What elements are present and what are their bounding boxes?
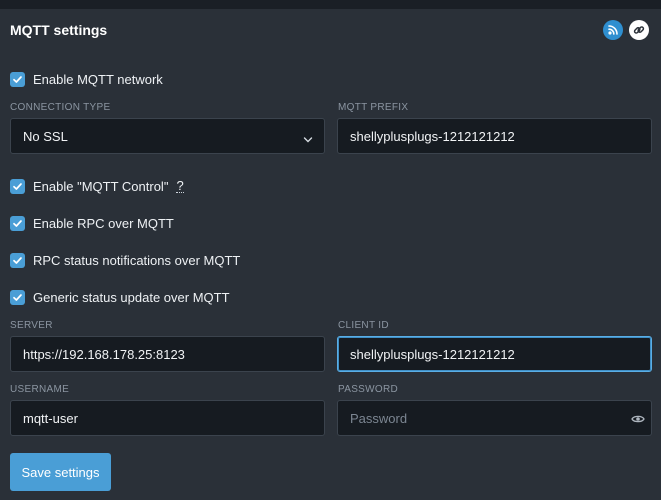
- username-value: mqtt-user: [23, 410, 78, 426]
- enable-mqtt-checkbox[interactable]: [10, 71, 25, 87]
- mqtt-control-checkbox[interactable]: [10, 178, 25, 194]
- rpc-status-checkbox[interactable]: [10, 252, 25, 268]
- generic-status-row[interactable]: Generic status update over MQTT: [10, 288, 230, 306]
- connection-type-value: No SSL: [23, 128, 68, 144]
- client-id-label: CLIENT ID: [338, 320, 389, 331]
- password-label: PASSWORD: [338, 384, 398, 395]
- chevron-down-icon: [303, 132, 313, 147]
- rpc-over-mqtt-checkbox[interactable]: [10, 215, 25, 231]
- help-link[interactable]: ?: [176, 179, 184, 193]
- server-value: https://192.168.178.25:8123: [23, 346, 185, 362]
- username-input[interactable]: mqtt-user: [10, 400, 325, 436]
- mqtt-control-label: Enable "MQTT Control": [33, 178, 169, 194]
- check-icon: [13, 219, 22, 227]
- save-settings-button[interactable]: Save settings: [10, 453, 111, 491]
- enable-mqtt-label: Enable MQTT network: [33, 71, 163, 87]
- generic-status-checkbox[interactable]: [10, 289, 25, 305]
- rpc-status-label: RPC status notifications over MQTT: [33, 252, 241, 268]
- username-label: USERNAME: [10, 384, 70, 395]
- rpc-over-mqtt-label: Enable RPC over MQTT: [33, 215, 174, 231]
- rpc-over-mqtt-row[interactable]: Enable RPC over MQTT: [10, 214, 174, 232]
- mqtt-prefix-value: shellyplusplugs-1212121212: [350, 128, 515, 144]
- password-placeholder: Password: [350, 410, 408, 426]
- check-icon: [13, 256, 22, 264]
- rpc-status-row[interactable]: RPC status notifications over MQTT: [10, 251, 240, 269]
- connection-type-select[interactable]: No SSL: [10, 118, 325, 154]
- eye-icon[interactable]: [631, 413, 645, 428]
- enable-mqtt-row[interactable]: Enable MQTT network: [10, 70, 163, 88]
- server-input[interactable]: https://192.168.178.25:8123: [10, 336, 325, 372]
- mqtt-prefix-label: MQTT PREFIX: [338, 102, 409, 113]
- server-label: SERVER: [10, 320, 53, 331]
- mqtt-prefix-input[interactable]: shellyplusplugs-1212121212: [337, 118, 652, 154]
- top-bar: [0, 0, 661, 9]
- connection-type-label: CONNECTION TYPE: [10, 102, 111, 113]
- link-icon[interactable]: [629, 20, 649, 40]
- password-input[interactable]: Password: [337, 400, 652, 436]
- page-title: MQTT settings: [10, 22, 108, 38]
- mqtt-control-row[interactable]: Enable "MQTT Control" ?: [10, 177, 184, 195]
- client-id-value: shellyplusplugs-1212121212: [350, 346, 515, 362]
- generic-status-label: Generic status update over MQTT: [33, 289, 230, 305]
- check-icon: [13, 293, 22, 301]
- check-icon: [13, 75, 22, 83]
- check-icon: [13, 182, 22, 190]
- client-id-input[interactable]: shellyplusplugs-1212121212: [337, 336, 652, 372]
- rss-icon[interactable]: [603, 20, 623, 40]
